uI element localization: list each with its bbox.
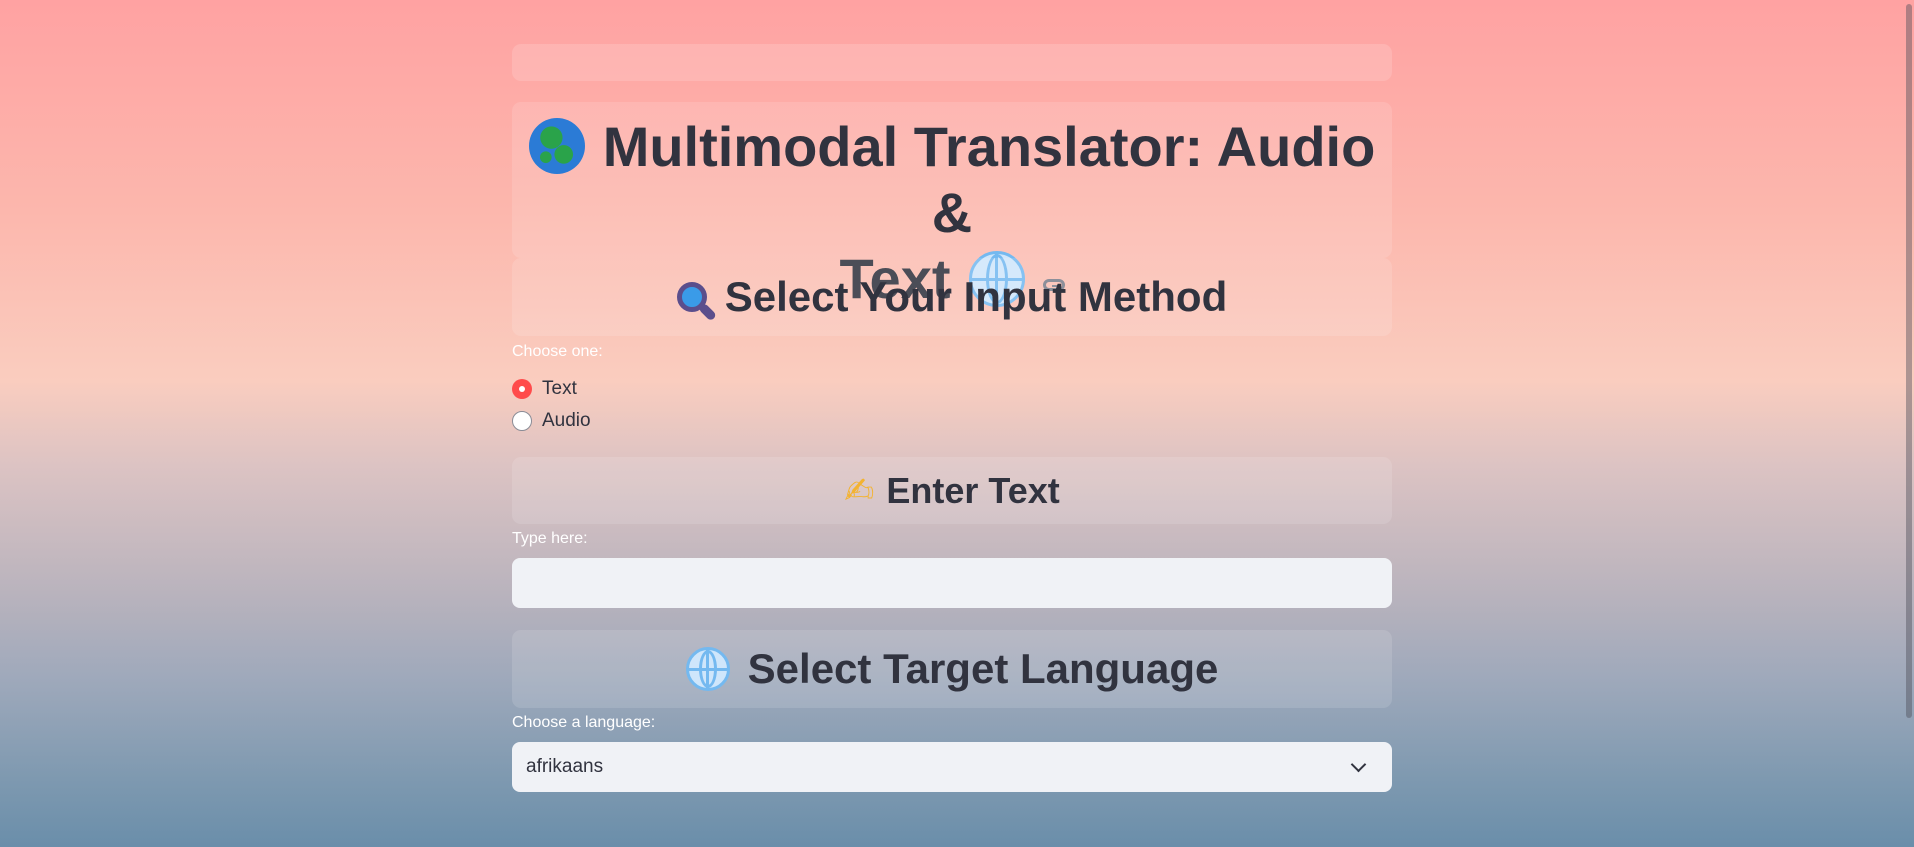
radio-button-unchecked[interactable]	[512, 411, 532, 431]
magnifying-glass-icon	[676, 282, 707, 312]
radio-option-text[interactable]: Text	[512, 378, 577, 400]
input-method-title: Select Your Input Method	[724, 273, 1228, 320]
globe-meridians-icon	[685, 647, 730, 691]
enter-text-title: Enter Text	[886, 469, 1060, 511]
language-select[interactable]: afrikaans	[512, 742, 1392, 792]
radio-button-checked[interactable]	[512, 379, 532, 399]
input-method-header: Select Your Input Method	[512, 258, 1392, 336]
radio-group-label: Choose one:	[512, 343, 603, 360]
target-language-title: Select Target Language	[747, 645, 1219, 692]
top-bar	[512, 44, 1392, 81]
title-card: Multimodal Translator: Audio & Text	[512, 102, 1392, 310]
text-input-label: Type here:	[512, 530, 588, 547]
globe-africa-icon	[528, 118, 585, 175]
radio-option-label: Text	[542, 378, 577, 399]
radio-option-audio[interactable]: Audio	[512, 410, 591, 432]
enter-text-header: ✍ Enter Text	[512, 457, 1392, 524]
language-select-label: Choose a language:	[512, 714, 656, 731]
text-input[interactable]	[512, 558, 1392, 608]
language-select-value: afrikaans	[526, 756, 604, 777]
chevron-down-icon	[1350, 756, 1367, 772]
page-scrollbar[interactable]	[1906, 4, 1912, 718]
writing-hand-icon: ✍	[844, 469, 875, 511]
radio-option-label: Audio	[542, 410, 591, 431]
target-language-header: Select Target Language	[512, 630, 1392, 708]
title-line-1: Multimodal Translator: Audio &	[602, 115, 1376, 244]
